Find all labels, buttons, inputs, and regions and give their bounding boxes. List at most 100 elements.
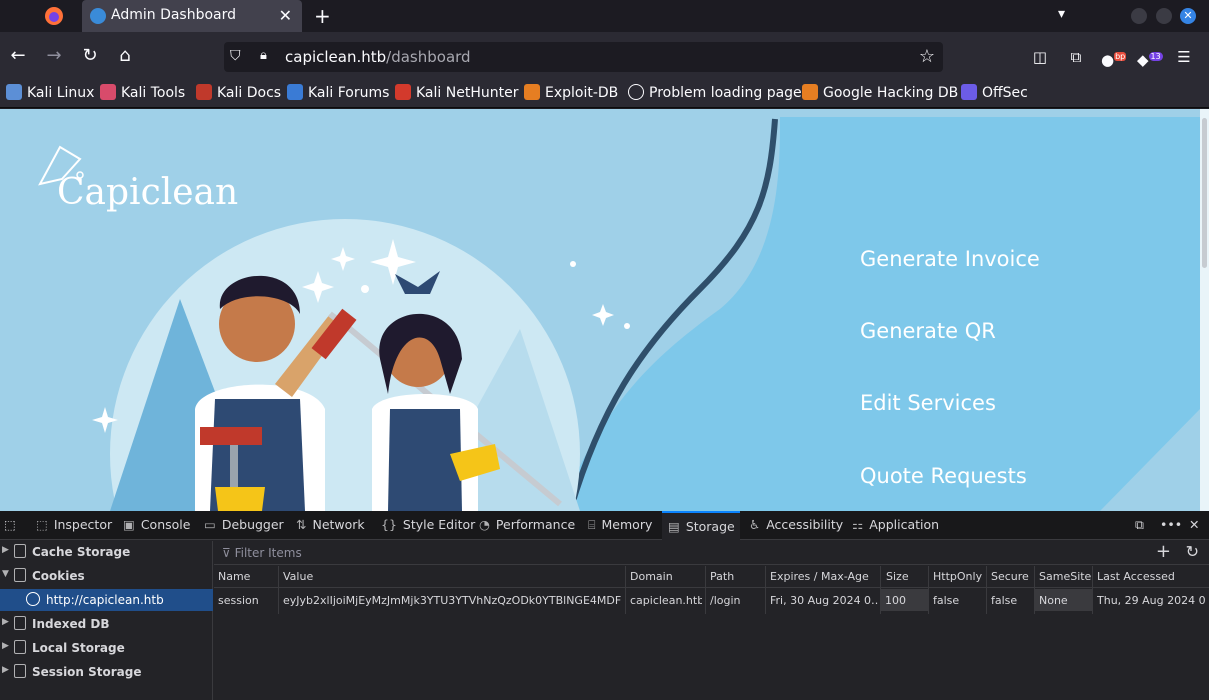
new-tab-button[interactable]: + <box>314 4 331 28</box>
tree-local-storage[interactable]: ▶ Local Storage <box>0 637 213 659</box>
cell-secure[interactable]: false <box>991 594 1031 607</box>
site-logo[interactable]: Capiclean <box>57 172 238 213</box>
tree-cookie-host[interactable]: http://capiclean.htb <box>0 589 213 611</box>
column-secure[interactable]: Secure <box>991 570 1029 583</box>
extensions-icon[interactable]: ⧉ <box>1065 46 1087 68</box>
minimize-button[interactable] <box>1131 8 1147 24</box>
firefox-icon[interactable] <box>44 6 64 26</box>
tab-debugger[interactable]: ▭ Debugger <box>204 517 284 532</box>
devtools-toolbar: ⬚ ⬚ Inspector ▣ Console ▭ Debugger ⇅ Network… <box>0 511 1209 540</box>
generate-invoice-link[interactable]: Generate Invoice <box>860 247 1040 271</box>
cell-size[interactable]: 100 <box>881 589 928 611</box>
devtools-panel: ⬚ ⬚ Inspector ▣ Console ▭ Debugger ⇅ Network… <box>0 511 1209 700</box>
url-text[interactable]: capiclean.htb/dashboard <box>285 48 471 66</box>
dock-toggle-icon[interactable]: ⧉ <box>1135 517 1144 533</box>
back-button[interactable]: ← <box>6 44 30 68</box>
tab-style-editor[interactable]: {} Style Editor <box>381 517 475 532</box>
extension-badge-icon[interactable]: ◆ 13 <box>1137 46 1163 69</box>
bookmark-kali-docs[interactable]: Kali Docs <box>196 84 281 101</box>
forward-button[interactable]: → <box>42 44 66 68</box>
column-httponly[interactable]: HttpOnly <box>933 570 982 583</box>
table-row[interactable]: session eyJyb2xlIjoiMjEyMzJmMjk3YTU3YTVh… <box>214 589 1209 611</box>
menu-hamburger-icon[interactable]: ☰ <box>1173 46 1195 68</box>
style-editor-icon: {} <box>381 517 397 532</box>
cell-name[interactable]: session <box>218 594 276 607</box>
column-samesite[interactable]: SameSite <box>1039 570 1091 583</box>
column-size[interactable]: Size <box>886 570 909 583</box>
globe-icon <box>90 8 106 24</box>
page-scrollbar-thumb[interactable] <box>1202 118 1207 268</box>
tab-console[interactable]: ▣ Console <box>123 517 190 532</box>
column-last-accessed[interactable]: Last Accessed <box>1097 570 1175 583</box>
tab-accessibility[interactable]: ♿︎ Accessibility <box>749 517 843 532</box>
generate-qr-link[interactable]: Generate QR <box>860 319 996 343</box>
filter-input[interactable]: ⊽ Filter Items <box>222 546 302 560</box>
bookmark-problem-loading-page[interactable]: Problem loading page <box>628 84 802 101</box>
expand-arrow-icon[interactable]: ▶ <box>2 545 9 555</box>
bookmark-google-hacking-db[interactable]: Google Hacking DB <box>802 84 958 101</box>
pocket-icon[interactable]: ◫ <box>1029 46 1051 68</box>
edit-services-link[interactable]: Edit Services <box>860 391 996 415</box>
tab-admin-dashboard[interactable]: Admin Dashboard ✕ <box>82 0 302 32</box>
column-name[interactable]: Name <box>218 570 250 583</box>
globe-icon <box>26 592 40 606</box>
chevron-down-icon[interactable]: ▾ <box>1058 6 1065 22</box>
tab-inspector[interactable]: ⬚ Inspector <box>36 517 112 532</box>
close-tab-icon[interactable]: ✕ <box>279 6 292 25</box>
database-icon <box>14 640 26 654</box>
close-window-button[interactable]: ✕ <box>1180 8 1196 24</box>
bookmark-kali-tools[interactable]: Kali Tools <box>100 84 185 101</box>
bookmark-kali-linux[interactable]: Kali Linux <box>6 84 94 101</box>
element-picker-icon[interactable]: ⬚ <box>4 517 16 532</box>
tab-memory[interactable]: ⌸ Memory <box>588 517 652 533</box>
burp-extension-icon[interactable]: ●bp <box>1101 46 1127 69</box>
cell-value[interactable]: eyJyb2xlIjoiMjEyMzJmMjk3YTU3YTVhNzQzODk0… <box>283 594 621 607</box>
home-button[interactable]: ⌂ <box>113 44 137 68</box>
column-path[interactable]: Path <box>710 570 734 583</box>
database-icon <box>14 664 26 678</box>
database-icon <box>14 616 26 630</box>
cell-samesite[interactable]: None <box>1035 589 1092 611</box>
collapse-arrow-icon[interactable]: ▼ <box>2 569 9 579</box>
close-devtools-icon[interactable]: ✕ <box>1189 517 1199 532</box>
column-domain[interactable]: Domain <box>630 570 673 583</box>
bookmark-star-icon[interactable]: ☆ <box>919 46 935 67</box>
expand-arrow-icon[interactable]: ▶ <box>2 641 9 651</box>
quote-requests-link[interactable]: Quote Requests <box>860 464 1027 488</box>
shield-icon[interactable]: ⛉ <box>230 48 241 64</box>
offsec-icon <box>961 84 977 100</box>
cell-last-accessed[interactable]: Thu, 29 Aug 2024 0… <box>1097 594 1205 607</box>
tree-cache-storage[interactable]: ▶ Cache Storage <box>0 541 213 563</box>
bookmark-kali-forums[interactable]: Kali Forums <box>287 84 389 101</box>
storage-tree: ▶ Cache Storage ▼ Cookies http://capiclean… <box>0 541 213 700</box>
tree-cookies[interactable]: ▼ Cookies <box>0 565 213 587</box>
add-item-button[interactable]: + <box>1156 541 1171 562</box>
tab-storage[interactable]: ▤ Storage <box>662 511 740 540</box>
bookmark-offsec[interactable]: OffSec <box>961 84 1028 101</box>
bookmark-exploit-db[interactable]: Exploit-DB <box>524 84 618 101</box>
tab-application[interactable]: ⚏ Application <box>852 517 939 532</box>
database-icon <box>14 544 26 558</box>
lock-icon[interactable]: 🔒︎ <box>260 48 267 63</box>
cell-path[interactable]: /login <box>710 594 762 607</box>
cell-httponly[interactable]: false <box>933 594 983 607</box>
url-bar[interactable]: ⛉ 🔒︎ capiclean.htb/dashboard ☆ <box>224 42 943 72</box>
expand-arrow-icon[interactable]: ▶ <box>2 617 9 627</box>
application-icon: ⚏ <box>852 517 864 532</box>
tab-network[interactable]: ⇅ Network <box>296 517 365 532</box>
reload-button[interactable]: ↻ <box>78 44 102 68</box>
column-expires[interactable]: Expires / Max-Age <box>770 570 869 583</box>
more-options-icon[interactable]: ••• <box>1160 517 1182 532</box>
tree-indexed-db[interactable]: ▶ Indexed DB <box>0 613 213 635</box>
bookmark-kali-nethunter[interactable]: Kali NetHunter <box>395 84 518 101</box>
cell-domain[interactable]: capiclean.htb <box>630 594 702 607</box>
tab-performance[interactable]: ◔ Performance <box>479 517 575 532</box>
maximize-button[interactable] <box>1156 8 1172 24</box>
tree-session-storage[interactable]: ▶ Session Storage <box>0 661 213 683</box>
refresh-button[interactable]: ↻ <box>1186 542 1199 561</box>
column-value[interactable]: Value <box>283 570 313 583</box>
cell-expires[interactable]: Fri, 30 Aug 2024 0… <box>770 594 878 607</box>
expand-arrow-icon[interactable]: ▶ <box>2 665 9 675</box>
cookie-table-panel: ⊽ Filter Items + ↻ Name Value Domain Pat… <box>214 541 1209 700</box>
kali-forums-icon <box>287 84 303 100</box>
